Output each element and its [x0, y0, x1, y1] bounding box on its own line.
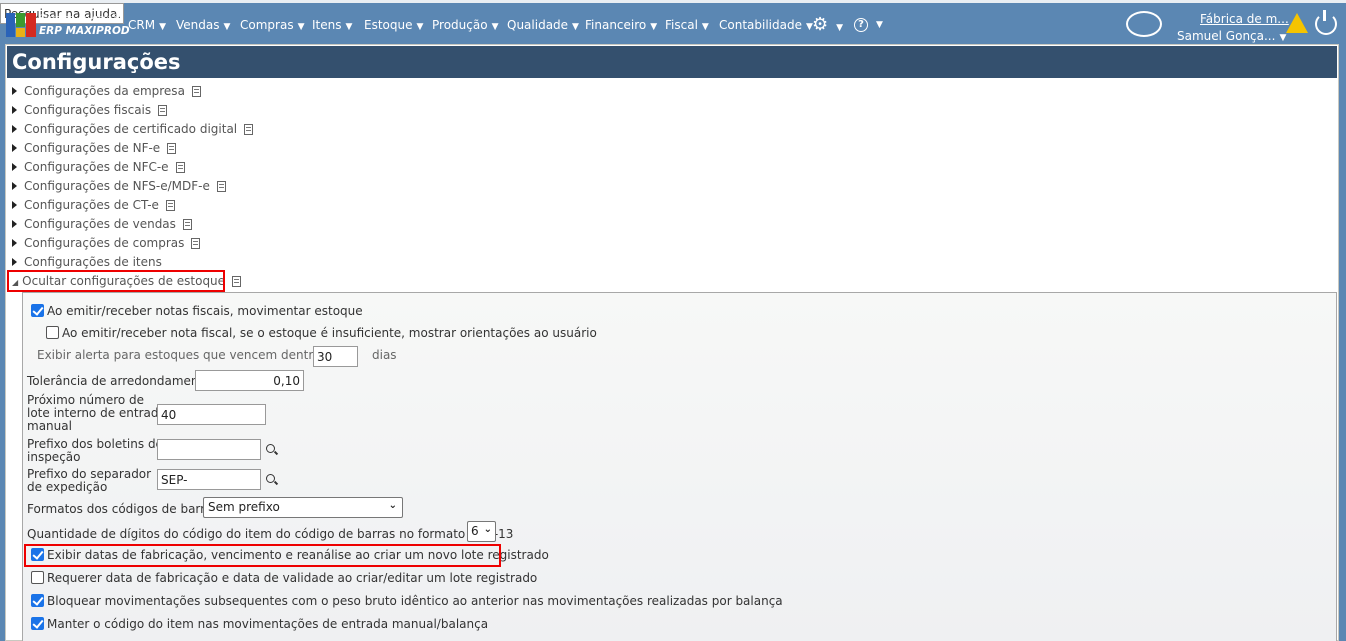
section-itens[interactable]: Configurações de itens — [12, 255, 162, 269]
chevron-down-icon: ⌄ — [483, 524, 492, 535]
section-nfse[interactable]: Configurações de NFS-e/MDF-e — [12, 179, 226, 193]
ean-digits-select[interactable]: 6 ⌄ — [467, 521, 496, 542]
gear-icon[interactable]: ⚙ ▼ — [812, 14, 843, 35]
section-compras[interactable]: Configurações de compras — [12, 236, 201, 250]
section-nfe[interactable]: Configurações de NF-e — [12, 141, 177, 155]
stock-settings-panel — [22, 292, 1337, 641]
section-fiscais[interactable]: Configurações fiscais — [12, 103, 168, 117]
menu-fiscal[interactable]: Fiscal ▼ — [665, 18, 709, 32]
doc-icon — [182, 219, 192, 230]
menu-qualidade[interactable]: Qualidade ▼ — [507, 18, 579, 32]
power-icon[interactable] — [1315, 10, 1337, 35]
doc-icon — [191, 238, 201, 249]
inspection-prefix-label: Prefixo dos boletins de inspeção — [27, 437, 163, 464]
brand-subtitle: Sistema de gestão — [39, 14, 123, 24]
scrollbar[interactable] — [1340, 44, 1346, 641]
menu-financeiro[interactable]: Financeiro ▼ — [585, 18, 657, 32]
tolerance-input[interactable] — [195, 370, 304, 391]
section-vendas[interactable]: Configurações de vendas — [12, 217, 192, 231]
shipping-prefix-input[interactable] — [157, 469, 261, 490]
alert-days-input[interactable] — [313, 346, 358, 367]
menu-vendas[interactable]: Vendas ▼ — [176, 18, 230, 32]
chevron-down-icon: ⌄ — [388, 500, 397, 511]
menu-itens[interactable]: Itens ▼ — [312, 18, 352, 32]
move-stock-checkbox[interactable]: Ao emitir/receber notas fiscais, movimen… — [31, 304, 363, 318]
section-nfce[interactable]: Configurações de NFC-e — [12, 160, 185, 174]
shipping-prefix-label: Prefixo do separador de expedição — [27, 467, 152, 494]
require-dates-checkbox[interactable]: Requerer data de fabricação e data de va… — [31, 571, 537, 585]
highlight-box — [24, 544, 501, 567]
menu-contabilidade[interactable]: Contabilidade ▼ — [719, 18, 813, 32]
user-menu[interactable]: Samuel Gonça... ▼ — [1177, 29, 1286, 43]
page-title: Configurações — [7, 46, 1337, 78]
doc-icon — [158, 105, 168, 116]
alert-label: Exibir alerta para estoques que vencem d… — [37, 348, 340, 362]
menu-producao[interactable]: Produção ▼ — [432, 18, 498, 32]
barcode-format-label: Formatos dos códigos de barras — [27, 502, 219, 516]
warning-icon[interactable] — [1286, 13, 1308, 33]
help-icon[interactable]: ? ▼ — [854, 16, 883, 32]
menu-estoque[interactable]: Estoque ▼ — [364, 18, 423, 32]
search-icon[interactable] — [266, 444, 275, 453]
doc-icon — [191, 86, 201, 97]
menu-compras[interactable]: Compras ▼ — [240, 18, 305, 32]
menu-crm[interactable]: CRM ▼ — [128, 18, 166, 32]
barcode-format-select[interactable]: Sem prefixo ⌄ — [203, 497, 403, 518]
doc-icon — [216, 181, 226, 192]
alert-unit: dias — [372, 348, 397, 362]
doc-icon — [165, 200, 175, 211]
block-moves-checkbox[interactable]: Bloquear movimentações subsequentes com … — [31, 594, 783, 608]
brand-name: ERP MAXIPROD — [39, 25, 130, 37]
search-icon[interactable] — [266, 474, 275, 483]
keep-code-checkbox[interactable]: Manter o código do item nas movimentaçõe… — [31, 617, 488, 631]
tolerance-label: Tolerância de arredondamento — [27, 374, 211, 388]
top-nav-bar: Sistema de gestão ERP MAXIPROD CRM ▼ Vend… — [0, 0, 1346, 44]
doc-icon — [167, 143, 177, 154]
highlight-box — [7, 270, 225, 292]
next-lot-input[interactable] — [157, 404, 266, 425]
doc-icon — [175, 162, 185, 173]
doc-icon — [232, 276, 242, 287]
section-empresa[interactable]: Configurações da empresa — [12, 84, 201, 98]
doc-icon — [244, 124, 254, 135]
company-link[interactable]: Fábrica de m... — [1200, 12, 1289, 26]
section-cte[interactable]: Configurações de CT-e — [12, 198, 175, 212]
erp-logo[interactable] — [6, 13, 36, 37]
section-certificado[interactable]: Configurações de certificado digital — [12, 122, 254, 136]
next-lot-label: Próximo número de lote interno de entrada… — [27, 393, 166, 433]
inspection-prefix-input[interactable] — [157, 439, 261, 460]
show-guidance-checkbox[interactable]: Ao emitir/receber nota fiscal, se o esto… — [46, 326, 597, 340]
ean-digits-label: Quantidade de dígitos do código do item … — [27, 527, 514, 541]
chat-icon[interactable] — [1126, 11, 1162, 37]
